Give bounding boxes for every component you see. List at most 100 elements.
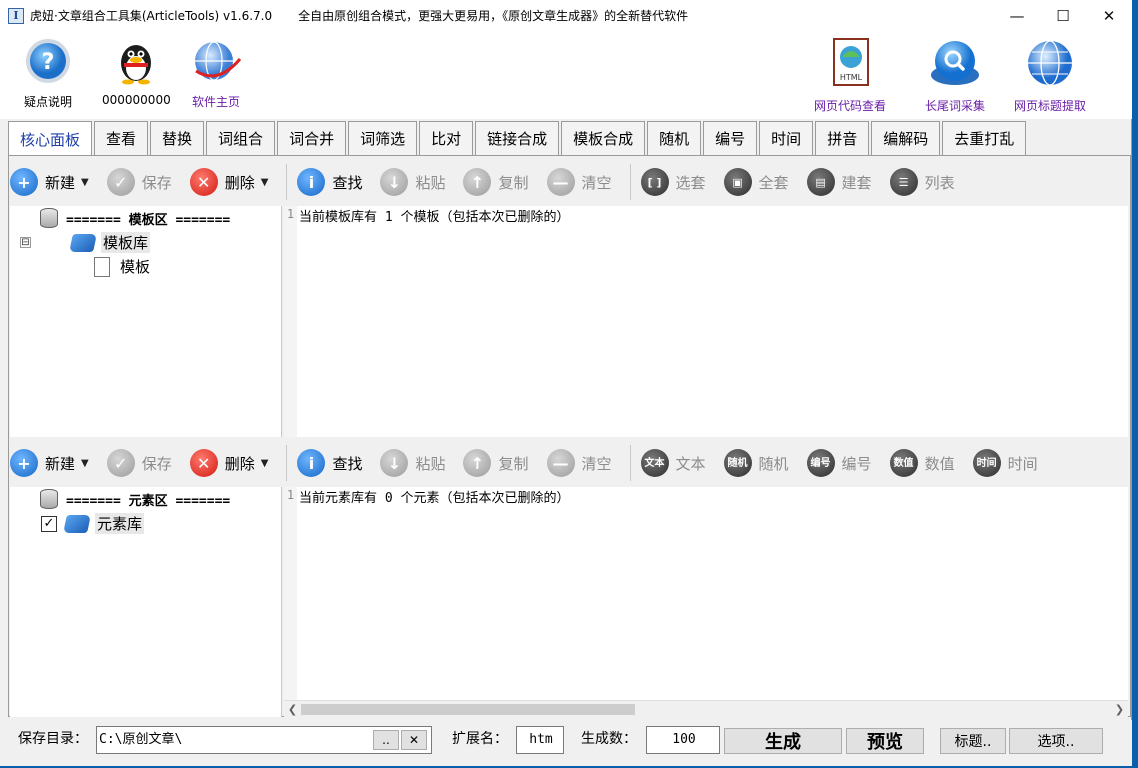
tab-pinyin[interactable]: 拼音 [815,121,870,155]
element-clear-label: 清空 [581,454,612,473]
tab-word-combine[interactable]: 词组合 [206,121,276,155]
minimize-button[interactable]: — [994,0,1040,31]
clear-dir-button[interactable]: ✕ [401,730,427,750]
arrow-down-icon: ↓ [380,168,409,196]
build-set-icon: ▤ [806,168,835,196]
tab-time[interactable]: 时间 [759,121,814,155]
collapse-icon[interactable]: ⊟ [20,237,31,248]
info-icon: i [297,449,326,477]
random-icon: 随机 [723,449,752,477]
template-library-label: 模板库 [101,232,151,253]
plus-icon: + [10,449,38,477]
full-set-button[interactable]: ▣ 全套 [723,168,789,196]
select-set-label: 选套 [675,173,706,192]
template-new-button[interactable]: + 新建 ▼ [10,168,89,196]
scroll-left-icon[interactable]: ❮ [284,701,301,718]
chevron-down-icon[interactable]: ▼ [81,458,89,469]
element-tree[interactable]: ======= 元素区 ======= ✓ 元素库 [10,487,282,717]
tab-compare[interactable]: 比对 [419,121,474,155]
template-new-label: 新建 [45,173,76,192]
plus-icon: + [10,168,38,196]
template-delete-button[interactable]: ✕ 删除 ▼ [189,168,269,196]
template-editor-text[interactable]: 当前模板库有 1 个模板（包括本次已删除的） [299,206,569,225]
tab-word-merge[interactable]: 词合并 [277,121,347,155]
line-gutter: 1 [284,206,297,437]
html-viewer-tool[interactable]: HTML 网页代码查看 [812,37,888,114]
html-page-icon: HTML [833,38,869,86]
longtail-tool[interactable]: 长尾词采集 [918,37,992,114]
element-copy-button[interactable]: ↑ 复制 [463,449,529,477]
preview-button[interactable]: 预览 [846,728,924,754]
homepage-tool[interactable]: 软件主页 [182,37,250,110]
element-paste-label: 粘贴 [415,454,446,473]
element-delete-button[interactable]: ✕ 删除 ▼ [189,449,269,477]
template-library-node[interactable]: ⊟ 模板库 [20,232,151,253]
template-clear-button[interactable]: — 清空 [546,168,612,196]
tab-view[interactable]: 查看 [94,121,149,155]
title-settings-button[interactable]: 标题.. [940,728,1006,754]
element-library-checkbox[interactable]: ✓ [41,515,57,532]
count-input[interactable]: 100 [646,726,720,754]
template-find-button[interactable]: i 查找 [297,168,362,196]
title-extract-tool[interactable]: 网页标题提取 [1010,37,1090,114]
database-icon [40,489,58,509]
template-paste-button[interactable]: ↓ 粘贴 [380,168,445,196]
element-library-node[interactable]: ✓ 元素库 [41,513,145,534]
close-button[interactable]: ✕ [1086,0,1132,31]
tab-dedupe-shuffle[interactable]: 去重打乱 [942,121,1027,155]
horizontal-scrollbar[interactable]: ❮ ❯ [284,700,1128,717]
template-save-button[interactable]: ✓ 保存 [106,168,172,196]
web-globe-icon [1028,40,1072,86]
element-clear-button[interactable]: — 清空 [546,449,612,477]
tab-word-filter[interactable]: 词筛选 [348,121,418,155]
ext-label: 扩展名： [452,731,508,747]
element-editor[interactable]: 1 当前元素库有 0 个元素（包括本次已删除的） ❮ ❯ [284,487,1128,717]
scroll-right-icon[interactable]: ❯ [1111,701,1128,718]
element-save-button[interactable]: ✓ 保存 [106,449,172,477]
element-area-header: ======= 元素区 ======= [40,489,230,509]
chevron-down-icon[interactable]: ▼ [261,177,269,188]
check-icon: ✓ [106,168,135,196]
search-icon [931,41,979,85]
element-paste-button[interactable]: ↓ 粘贴 [380,449,445,477]
tab-link-compose[interactable]: 链接合成 [475,121,560,155]
qq-tool[interactable]: 000000000 [102,37,171,107]
browse-button[interactable]: .. [373,730,399,750]
chevron-down-icon[interactable]: ▼ [261,458,269,469]
options-button[interactable]: 选项.. [1009,728,1103,754]
insert-numbering-button[interactable]: 编号 编号 [806,449,872,477]
list-table-button[interactable]: ☰ 列表 [889,168,955,196]
element-editor-text[interactable]: 当前元素库有 0 个元素（包括本次已删除的） [299,487,569,506]
insert-time-button[interactable]: 时间 时间 [972,449,1038,477]
element-area-title: ======= 元素区 ======= [66,493,231,509]
numbering-icon: 编号 [806,449,835,477]
template-editor[interactable]: 1 当前模板库有 1 个模板（包括本次已删除的） [284,206,1128,437]
insert-value-button[interactable]: 数值 数值 [889,449,955,477]
insert-text-button[interactable]: 文本 文本 [640,449,706,477]
svg-text:?: ? [42,50,55,75]
element-new-button[interactable]: + 新建 ▼ [10,449,89,477]
tab-numbering[interactable]: 编号 [703,121,758,155]
time-icon: 时间 [972,449,1001,477]
ext-input[interactable]: htm [516,726,564,754]
template-item-node[interactable]: 模板 [94,256,150,277]
select-set-button[interactable]: [ ] 选套 [640,168,706,196]
help-tool[interactable]: ? 疑点说明 [14,37,82,110]
template-copy-button[interactable]: ↑ 复制 [463,168,529,196]
generate-button[interactable]: 生成 [724,728,842,754]
chevron-down-icon[interactable]: ▼ [81,177,89,188]
element-find-button[interactable]: i 查找 [297,449,362,477]
template-tree[interactable]: ======= 模板区 ======= ⊟ 模板库 模板 [10,206,282,437]
tab-core-panel[interactable]: 核心面板 [8,121,93,156]
tab-codec[interactable]: 编解码 [871,121,941,155]
tab-template-compose[interactable]: 模板合成 [561,121,646,155]
build-set-button[interactable]: ▤ 建套 [806,168,872,196]
maximize-button[interactable]: ☐ [1040,0,1086,31]
tab-random[interactable]: 随机 [647,121,702,155]
line-gutter: 1 [284,487,297,717]
bracket-select-icon: [ ] [640,168,669,196]
insert-random-button[interactable]: 随机 随机 [723,449,789,477]
toolbar-separator [286,164,288,200]
scrollbar-thumb[interactable] [301,704,635,715]
tab-replace[interactable]: 替换 [150,121,205,155]
